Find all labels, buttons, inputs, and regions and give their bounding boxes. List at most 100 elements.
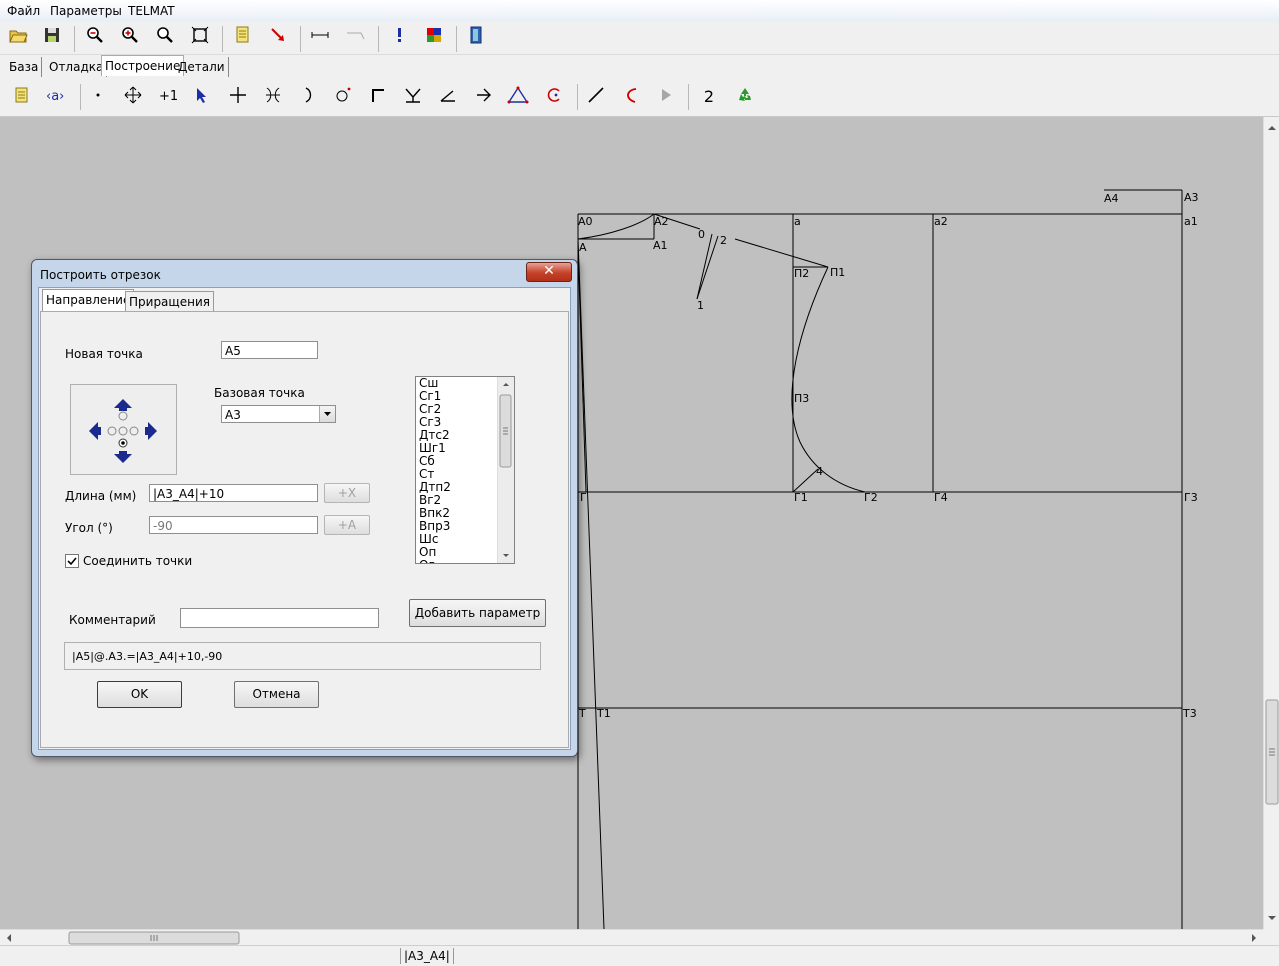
point-label: 4 bbox=[816, 465, 823, 478]
cross-icon[interactable] bbox=[226, 85, 250, 109]
measure-icon[interactable] bbox=[308, 25, 332, 49]
direction-panel: Новая точка А5 Базовая точка А3 Сш Сг1 С… bbox=[40, 311, 569, 748]
vertical-scrollbar[interactable] bbox=[1263, 117, 1279, 929]
menu-file[interactable]: Файл bbox=[7, 4, 40, 18]
comment-input[interactable] bbox=[180, 608, 379, 628]
plus-one-icon[interactable]: +1 bbox=[156, 85, 180, 109]
point-icon[interactable] bbox=[86, 85, 110, 109]
intersection-icon[interactable] bbox=[261, 85, 285, 109]
menu-telmat[interactable]: TELMAT bbox=[128, 4, 175, 18]
comment-label: Комментарий bbox=[69, 613, 156, 627]
document-icon[interactable] bbox=[230, 25, 254, 49]
triangle-icon[interactable] bbox=[506, 85, 530, 109]
open-folder-icon[interactable] bbox=[6, 25, 30, 49]
perpendicular-icon[interactable] bbox=[401, 85, 425, 109]
arc-point-icon[interactable] bbox=[296, 85, 320, 109]
tab-direction[interactable]: Направление bbox=[42, 289, 135, 312]
list-scrollbar[interactable] bbox=[497, 377, 514, 563]
dialog-body: Направление Приращения Новая точка А5 Ба… bbox=[38, 287, 571, 750]
point-label: П3 bbox=[794, 392, 809, 405]
angle-input[interactable]: -90 bbox=[149, 516, 318, 534]
ok-button[interactable]: OK bbox=[97, 681, 182, 708]
point-label: П1 bbox=[830, 266, 845, 279]
tab-base[interactable]: База bbox=[6, 57, 43, 77]
checkmark-icon bbox=[67, 557, 77, 566]
base-point-select[interactable]: А3 bbox=[221, 405, 336, 423]
dialog-title: Построить отрезок bbox=[40, 268, 161, 282]
svg-text:‹a›: ‹a› bbox=[46, 89, 64, 104]
point-label: П2 bbox=[794, 267, 809, 280]
line-icon[interactable] bbox=[584, 85, 608, 109]
exclamation-icon[interactable] bbox=[387, 25, 411, 49]
level-counter[interactable]: 2 bbox=[697, 85, 721, 109]
point-label: Т1 bbox=[596, 707, 611, 720]
save-icon[interactable] bbox=[40, 25, 64, 49]
base-point-label: Базовая точка bbox=[214, 386, 305, 400]
point-label: Г4 bbox=[934, 491, 948, 504]
main-tab-bar: База Отладка Построение Детали bbox=[0, 55, 1279, 79]
play-icon bbox=[654, 85, 678, 109]
point-label: А4 bbox=[1104, 192, 1119, 205]
point-label: Г2 bbox=[864, 491, 878, 504]
tab-debug[interactable]: Отладка bbox=[46, 57, 108, 77]
tab-details[interactable]: Детали bbox=[175, 57, 229, 77]
add-angle-button[interactable]: +A bbox=[324, 515, 370, 535]
point-label: Т bbox=[578, 707, 586, 720]
point-label: 1 bbox=[697, 299, 704, 312]
point-label: а1 bbox=[1184, 215, 1198, 228]
zoom-out-icon[interactable] bbox=[83, 25, 107, 49]
cancel-button[interactable]: Отмена bbox=[234, 681, 319, 708]
add-x-button[interactable]: +X bbox=[324, 483, 370, 503]
variable-a-icon[interactable]: ‹a› bbox=[44, 85, 68, 109]
point-label: а2 bbox=[934, 215, 948, 228]
menu-parameters[interactable]: Параметры bbox=[50, 4, 122, 18]
svg-text:+1: +1 bbox=[159, 89, 178, 104]
corner-icon[interactable] bbox=[366, 85, 390, 109]
angle-icon[interactable] bbox=[436, 85, 460, 109]
point-label: Г bbox=[580, 491, 587, 504]
color-palette-icon[interactable] bbox=[422, 25, 446, 49]
length-label: Длина (мм) bbox=[65, 489, 137, 503]
exit-door-icon[interactable] bbox=[464, 25, 488, 49]
construction-toolbar: ‹a› +1 2 bbox=[0, 80, 1279, 117]
parameter-list[interactable]: Сш Сг1 Сг2 Сг3 Дтс2 Шг1 Сб Ст Дтп2 Вг2 В… bbox=[415, 376, 515, 564]
point-label: А1 bbox=[653, 239, 668, 252]
tab-increments[interactable]: Приращения bbox=[125, 291, 214, 312]
zoom-in-icon[interactable] bbox=[118, 25, 142, 49]
new-point-label: Новая точка bbox=[65, 347, 143, 361]
measure-angle-icon bbox=[343, 25, 367, 49]
length-input[interactable]: |А3_А4|+10 bbox=[149, 484, 318, 502]
select-arrows-icon[interactable] bbox=[191, 85, 215, 109]
arc-red-icon[interactable] bbox=[542, 85, 566, 109]
connect-points-checkbox[interactable] bbox=[65, 554, 79, 568]
notes-icon[interactable] bbox=[10, 85, 34, 109]
menu-bar: Файл Параметры TELMAT bbox=[0, 0, 1279, 23]
curve-icon[interactable] bbox=[619, 85, 643, 109]
status-bar: |А3_А4| bbox=[0, 945, 1279, 966]
circle-point-icon[interactable] bbox=[331, 85, 355, 109]
direction-arrow-icon[interactable] bbox=[471, 85, 495, 109]
point-label: 2 bbox=[720, 234, 727, 247]
main-toolbar bbox=[0, 22, 1279, 55]
base-point-value: А3 bbox=[225, 408, 241, 422]
recycle-icon[interactable] bbox=[733, 85, 757, 109]
fit-page-icon[interactable] bbox=[188, 25, 212, 49]
horizontal-scrollbar[interactable] bbox=[0, 929, 1263, 946]
add-parameter-button[interactable]: Добавить параметр bbox=[409, 599, 546, 627]
close-icon[interactable]: ✕ bbox=[526, 262, 572, 282]
new-point-input[interactable]: А5 bbox=[221, 341, 318, 359]
chevron-down-icon[interactable] bbox=[319, 406, 335, 422]
tab-construction[interactable]: Построение bbox=[101, 55, 185, 76]
direction-picker[interactable] bbox=[70, 384, 177, 475]
red-arrow-icon[interactable] bbox=[266, 25, 290, 49]
zoom-icon[interactable] bbox=[153, 25, 177, 49]
formula-display: |А5|@.А3.=|А3_А4|+10,-90 bbox=[64, 642, 541, 670]
point-label: Т3 bbox=[1182, 707, 1197, 720]
point-label: А bbox=[579, 241, 587, 254]
move-point-icon[interactable] bbox=[121, 85, 145, 109]
status-text: |А3_А4| bbox=[400, 948, 454, 964]
point-label: 0 bbox=[698, 228, 705, 241]
point-label: А2 bbox=[654, 215, 669, 228]
connect-points-label: Соединить точки bbox=[83, 554, 193, 568]
point-label: А3 bbox=[1184, 191, 1199, 204]
